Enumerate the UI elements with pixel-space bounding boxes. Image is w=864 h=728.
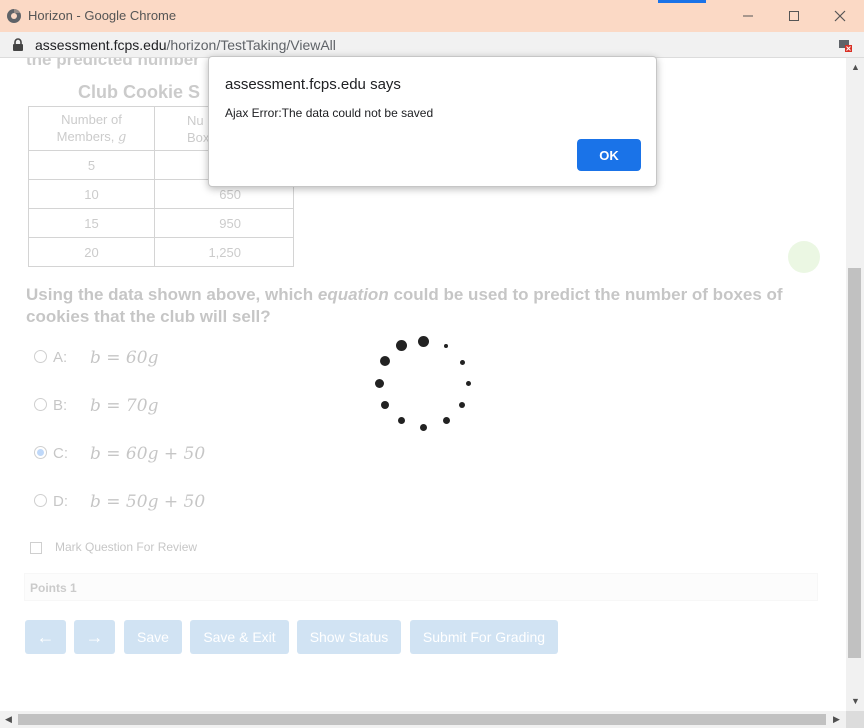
review-checkbox[interactable] bbox=[30, 542, 42, 554]
scrollbar-corner bbox=[846, 711, 864, 728]
scroll-down-icon[interactable]: ▼ bbox=[851, 696, 860, 706]
arrow-right-icon: → bbox=[85, 626, 104, 647]
spinner-dot bbox=[466, 381, 471, 386]
option-letter: A: bbox=[53, 349, 68, 366]
alert-dialog: assessment.fcps.edu says Ajax Error:The … bbox=[208, 56, 657, 187]
question-text: Using the data shown above, which equati… bbox=[26, 285, 783, 326]
horizontal-scroll-thumb[interactable] bbox=[18, 714, 826, 725]
spinner-dot bbox=[443, 417, 450, 424]
option-equation: b = 60g + 50 bbox=[90, 444, 206, 464]
option-letter: B: bbox=[53, 397, 68, 414]
vertical-scrollbar[interactable]: ▲ ▼ bbox=[846, 58, 864, 711]
spinner-dot bbox=[444, 344, 448, 348]
points-bar: Points 1 bbox=[24, 573, 818, 601]
url-text[interactable]: assessment.fcps.edu/horizon/TestTaking/V… bbox=[35, 37, 336, 53]
option-equation: b = 50g + 50 bbox=[90, 492, 206, 512]
minimize-icon bbox=[743, 15, 753, 17]
chrome-app-icon bbox=[7, 9, 21, 23]
maximize-button[interactable] bbox=[771, 0, 817, 32]
window-title: Horizon - Google Chrome bbox=[28, 8, 177, 23]
avatar[interactable] bbox=[788, 241, 820, 273]
arrow-left-icon: ← bbox=[36, 626, 55, 647]
spinner-dot bbox=[375, 379, 384, 388]
spinner-dot bbox=[460, 360, 465, 365]
ok-button[interactable]: OK bbox=[577, 139, 641, 171]
save-exit-button[interactable]: Save & Exit bbox=[190, 620, 289, 654]
table-row: 20 1,250 bbox=[28, 237, 294, 267]
table-header-members: Number of Members, g bbox=[28, 106, 155, 151]
scroll-left-icon[interactable]: ◀ bbox=[5, 714, 12, 725]
scroll-up-icon[interactable]: ▲ bbox=[851, 62, 860, 72]
option-equation: b = 70g bbox=[90, 396, 159, 416]
option-equation: b = 60g bbox=[90, 348, 159, 368]
previous-button[interactable]: ← bbox=[25, 620, 66, 654]
dialog-message: Ajax Error:The data could not be saved bbox=[225, 106, 434, 120]
address-bar[interactable]: assessment.fcps.edu/horizon/TestTaking/V… bbox=[0, 32, 864, 58]
review-label: Mark Question For Review bbox=[55, 540, 198, 554]
spinner-dot bbox=[381, 401, 389, 409]
spinner-dot bbox=[398, 417, 405, 424]
show-status-button[interactable]: Show Status bbox=[297, 620, 401, 654]
table-row: 15 950 bbox=[28, 208, 294, 238]
question-intro-text: the predicted number bbox=[26, 58, 200, 69]
lock-icon bbox=[13, 38, 23, 51]
minimize-button[interactable] bbox=[725, 0, 771, 32]
table-title: Club Cookie S bbox=[78, 82, 201, 102]
spinner-dot bbox=[396, 340, 407, 351]
radio-button[interactable] bbox=[34, 350, 47, 363]
option-letter: C: bbox=[53, 445, 68, 462]
spinner-dot bbox=[459, 402, 465, 408]
next-button[interactable]: → bbox=[74, 620, 115, 654]
loading-spinner bbox=[374, 336, 474, 436]
option-letter: D: bbox=[53, 493, 68, 510]
save-button[interactable]: Save bbox=[124, 620, 182, 654]
spinner-dot bbox=[418, 336, 429, 347]
url-path: /horizon/TestTaking/ViewAll bbox=[166, 37, 336, 53]
scroll-right-icon[interactable]: ▶ bbox=[833, 714, 840, 725]
url-domain: assessment.fcps.edu bbox=[35, 37, 167, 53]
spinner-dot bbox=[420, 424, 427, 431]
close-icon bbox=[834, 10, 846, 22]
radio-button[interactable] bbox=[34, 398, 47, 411]
radio-button-selected[interactable] bbox=[34, 446, 47, 459]
dialog-title: assessment.fcps.edu says bbox=[225, 76, 401, 93]
maximize-icon bbox=[789, 11, 799, 21]
radio-button[interactable] bbox=[34, 494, 47, 507]
window-titlebar: Horizon - Google Chrome bbox=[0, 0, 864, 32]
popup-blocked-icon[interactable] bbox=[838, 38, 852, 52]
close-window-button[interactable] bbox=[817, 0, 863, 32]
tab-accent bbox=[658, 0, 706, 3]
vertical-scroll-thumb[interactable] bbox=[848, 268, 861, 658]
horizontal-scrollbar[interactable]: ◀ ▶ bbox=[0, 711, 846, 728]
submit-for-grading-button[interactable]: Submit For Grading bbox=[410, 620, 558, 654]
spinner-dot bbox=[380, 356, 390, 366]
